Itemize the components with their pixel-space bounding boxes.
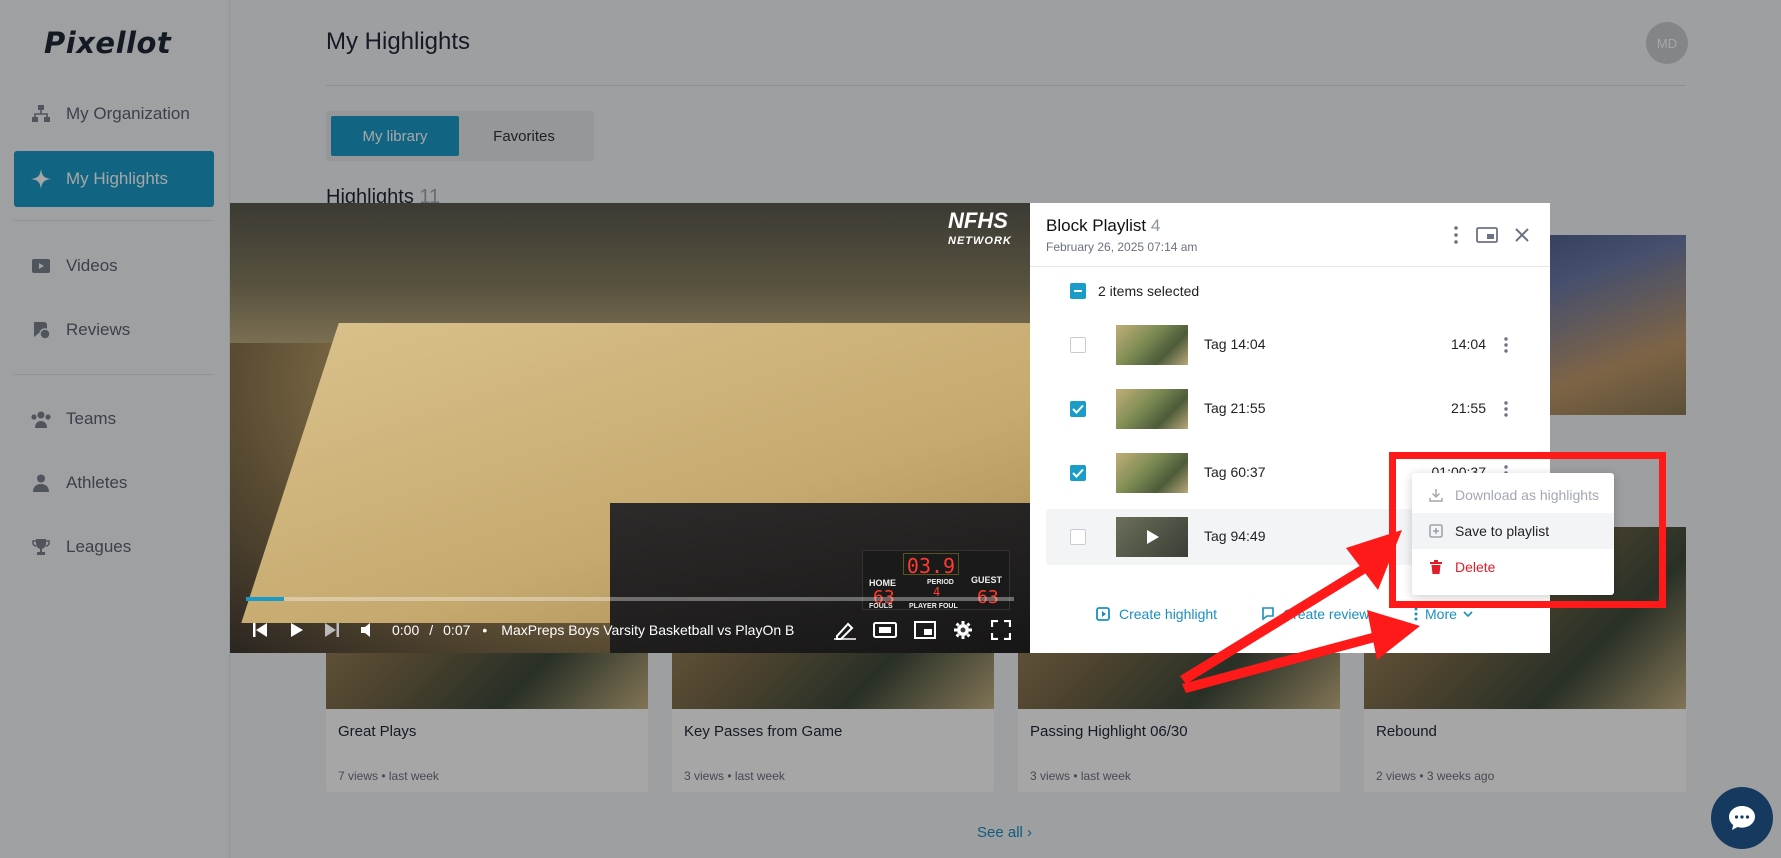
video-title: MaxPreps Boys Varsity Basketball vs Play…	[501, 622, 795, 638]
select-all-checkbox[interactable]	[1070, 283, 1086, 299]
more-button[interactable]: More	[1414, 606, 1473, 622]
selected-count-text: 2 items selected	[1098, 283, 1200, 299]
playlist-title: Block Playlist 4	[1046, 216, 1160, 236]
video-frame-stands	[230, 203, 1030, 343]
item-more-icon[interactable]	[1496, 333, 1516, 357]
create-highlight-label: Create highlight	[1119, 606, 1218, 622]
chat-support-button[interactable]	[1711, 787, 1773, 849]
period-label: PERIOD	[927, 579, 954, 586]
playlist-item[interactable]: Tag 21:55 21:55	[1046, 381, 1520, 437]
bullet-dot: •	[482, 622, 488, 638]
draw-pen-icon[interactable]	[828, 615, 862, 645]
more-vertical-icon[interactable]	[1444, 223, 1468, 247]
item-label: Tag 14:04	[1204, 336, 1266, 352]
play-icon	[1147, 530, 1159, 544]
tv-cast-icon[interactable]	[868, 615, 902, 645]
playlist-date: February 26, 2025 07:14 am	[1046, 240, 1198, 254]
video-progress-fill	[246, 597, 285, 601]
item-thumbnail	[1116, 453, 1188, 493]
item-duration: 21:55	[1450, 400, 1486, 416]
create-highlight-icon	[1096, 606, 1112, 622]
watermark-bottom: NETWORK	[948, 235, 1012, 247]
guest-label: GUEST	[971, 575, 1003, 585]
fullscreen-icon[interactable]	[984, 615, 1018, 645]
annotation-highlight-box	[1389, 452, 1666, 608]
nfhs-watermark: NFHS NETWORK	[948, 208, 1012, 251]
settings-gear-icon[interactable]	[946, 615, 980, 645]
item-label: Tag 94:49	[1204, 528, 1266, 544]
item-more-icon[interactable]	[1496, 397, 1516, 421]
time-separator: /	[429, 622, 434, 638]
playlist-item[interactable]: Tag 14:04 14:04	[1046, 317, 1520, 373]
close-icon[interactable]	[1510, 223, 1534, 247]
skip-next-icon[interactable]	[314, 615, 350, 645]
item-checkbox[interactable]	[1070, 529, 1086, 545]
chevron-down-icon	[1463, 611, 1473, 617]
current-time: 0:00	[392, 622, 420, 638]
play-icon[interactable]	[278, 615, 314, 645]
scoreboard: 03.9 HOME GUEST PERIOD 63 4 63 FOULS PLA…	[862, 550, 1010, 610]
player-controls: 0:00 / 0:07 • MaxPreps Boys Varsity Bask…	[230, 607, 1030, 653]
chat-bubble-icon	[1729, 806, 1755, 830]
duration: 0:07	[443, 622, 471, 638]
select-all-row[interactable]: 2 items selected	[1070, 283, 1199, 299]
create-review-icon	[1262, 606, 1276, 622]
create-review-label: Create review	[1283, 606, 1370, 622]
item-checkbox[interactable]	[1070, 337, 1086, 353]
skip-previous-icon[interactable]	[242, 615, 278, 645]
create-highlight-button[interactable]: Create highlight	[1096, 606, 1217, 622]
picture-in-picture-icon[interactable]	[908, 615, 942, 645]
minimize-player-icon[interactable]	[1475, 223, 1499, 247]
more-vertical-icon	[1414, 607, 1418, 621]
item-label: Tag 60:37	[1204, 464, 1266, 480]
playlist-title-text: Block Playlist	[1046, 216, 1147, 235]
item-checkbox[interactable]	[1070, 401, 1086, 417]
more-label: More	[1425, 606, 1457, 622]
item-thumbnail	[1116, 389, 1188, 429]
volume-icon[interactable]	[350, 615, 386, 645]
video-player[interactable]: NFHS NETWORK 03.9 HOME GUEST PERIOD 63 4…	[230, 203, 1030, 653]
playlist-count: 4	[1150, 216, 1161, 235]
item-thumbnail	[1116, 325, 1188, 365]
item-label: Tag 21:55	[1204, 400, 1266, 416]
divider	[1030, 266, 1550, 267]
item-thumbnail	[1116, 517, 1188, 557]
scoreboard-clock: 03.9	[903, 553, 959, 578]
create-review-button[interactable]: Create review	[1262, 606, 1369, 622]
watermark-top: NFHS	[948, 208, 1008, 233]
item-duration: 14:04	[1450, 336, 1486, 352]
item-checkbox[interactable]	[1070, 465, 1086, 481]
video-progress-bar[interactable]	[246, 597, 1014, 601]
